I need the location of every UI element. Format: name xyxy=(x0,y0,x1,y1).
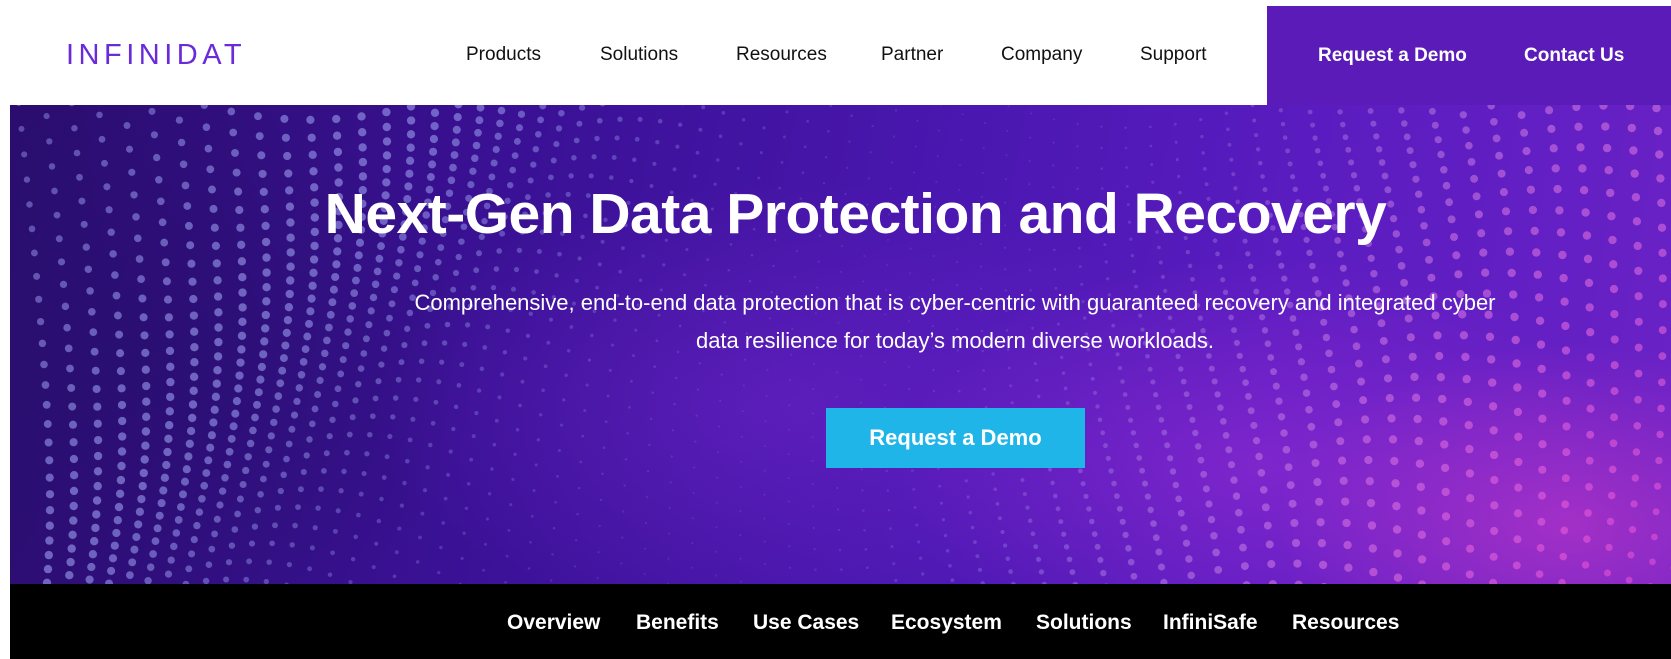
nav-item-partner[interactable]: Partner xyxy=(881,43,943,67)
nav-item-resources[interactable]: Resources xyxy=(736,43,827,67)
hero-title: Next-Gen Data Protection and Recovery xyxy=(324,182,1387,246)
hero-banner: Next-Gen Data Protection and Recovery Co… xyxy=(10,105,1671,584)
section-subnav: Overview Benefits Use Cases Ecosystem So… xyxy=(10,584,1671,659)
nav-item-support[interactable]: Support xyxy=(1140,43,1207,67)
subnav-item-resources[interactable]: Resources xyxy=(1292,610,1399,636)
hero-request-demo-button[interactable]: Request a Demo xyxy=(826,408,1085,468)
header-cta-panel: Request a Demo Contact Us xyxy=(1267,6,1671,105)
infinidat-logo[interactable]: INFINIDAT xyxy=(66,38,246,72)
nav-item-company[interactable]: Company xyxy=(1001,43,1082,67)
page: INFINIDAT Products Solutions Resources P… xyxy=(0,0,1671,659)
hero-subtitle: Comprehensive, end-to-end data protectio… xyxy=(414,290,1496,353)
subnav-item-infinisafe[interactable]: InfiniSafe xyxy=(1163,610,1258,636)
subnav-item-benefits[interactable]: Benefits xyxy=(636,610,719,636)
nav-item-products[interactable]: Products xyxy=(466,43,541,67)
subnav-item-overview[interactable]: Overview xyxy=(507,610,600,636)
subnav-item-use-cases[interactable]: Use Cases xyxy=(753,610,859,636)
nav-item-solutions[interactable]: Solutions xyxy=(600,43,678,67)
site-header: INFINIDAT Products Solutions Resources P… xyxy=(0,0,1671,105)
subnav-item-solutions[interactable]: Solutions xyxy=(1036,610,1132,636)
contact-us-link[interactable]: Contact Us xyxy=(1524,44,1624,68)
subnav-item-ecosystem[interactable]: Ecosystem xyxy=(891,610,1002,636)
request-demo-link[interactable]: Request a Demo xyxy=(1318,44,1467,68)
